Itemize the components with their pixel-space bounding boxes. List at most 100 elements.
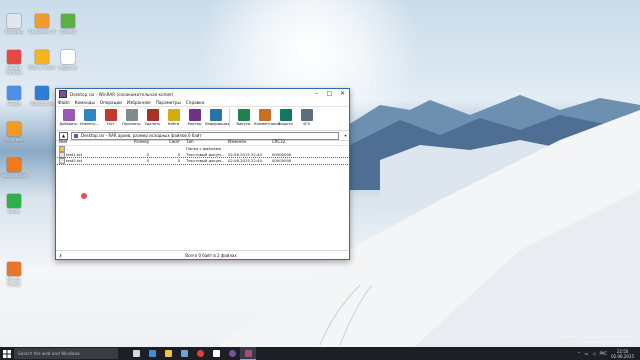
column-packed[interactable]: Сжат — [152, 138, 183, 145]
desktop-icon[interactable]: Mozilla Firefox — [0, 262, 28, 287]
window-titlebar[interactable]: Desktop.rar - WinRAR (ознакомительная ко… — [56, 89, 349, 99]
watermark-line-2: Evaluation copy. Build 10240 — [582, 339, 632, 344]
desktop-icon-image — [7, 50, 21, 64]
column-modified[interactable]: Изменён — [226, 138, 270, 145]
test-icon — [104, 109, 117, 121]
toolbar-button-sfx[interactable]: SFX — [296, 108, 317, 126]
desktop-icon-image — [7, 194, 21, 208]
desktop-icon-image — [7, 14, 21, 28]
desktop-icon[interactable]: Mail.ru Агент — [28, 50, 56, 70]
system-tray: ⌃ ▭ ◁ РУС 22:50 02.06.2015 — [577, 349, 640, 359]
desktop-icon[interactable]: Корзина — [0, 14, 28, 34]
view-icon — [125, 109, 138, 121]
taskbar-app-chrome[interactable] — [192, 347, 208, 360]
column-size[interactable]: Размер — [109, 138, 152, 145]
windows-logo-icon — [3, 349, 11, 358]
start-button[interactable] — [0, 347, 14, 360]
table-row[interactable]: test2.txt 0 0 Текстовый докум... 02.06.2015 … — [55, 157, 350, 165]
cell-name-text: .. — [66, 146, 69, 151]
cell-type: Текстовый докум... — [186, 158, 225, 163]
archive-icon — [74, 133, 78, 138]
task-view-icon — [132, 350, 140, 357]
column-crc[interactable]: CRC32 — [270, 138, 312, 145]
column-name[interactable]: Имя — [56, 138, 109, 145]
desktop-icon-label: Hearthstone — [1, 173, 27, 178]
cell-name: test2.txt — [56, 158, 109, 164]
toolbar-button-protect[interactable]: Защита — [275, 108, 296, 126]
desktop-icon-image — [7, 86, 21, 100]
window-title: Desktop.rar - WinRAR (ознакомительная ко… — [70, 91, 174, 97]
desktop-icon[interactable]: Google Chrome — [0, 50, 28, 75]
column-type[interactable]: Тип — [183, 138, 226, 145]
desktop-icon[interactable]: uTorrent — [54, 14, 82, 34]
cell-name-text: test2.txt — [66, 158, 83, 163]
taskbar-app-media[interactable] — [208, 347, 224, 360]
toolbar-button-label: Мастер — [187, 122, 202, 126]
maximize-button[interactable]: □ — [323, 89, 336, 99]
virus-icon — [237, 109, 250, 121]
desktop-icon[interactable]: vegas.rar — [54, 50, 82, 70]
desktop-icon-label: uTorrent — [59, 29, 77, 34]
status-text: Всего 0 байт в 2 файлах — [185, 252, 237, 258]
toolbar-button-view[interactable]: Просмотр — [121, 108, 142, 126]
toolbar-button-label: Добавить — [59, 122, 78, 126]
status-bar: ⚷ Всего 0 байт в 2 файлах — [56, 250, 349, 259]
toolbar-button-info[interactable]: Информация — [205, 108, 230, 126]
taskbar-app-task-view[interactable] — [128, 347, 144, 360]
comment-icon — [258, 109, 271, 121]
toolbar-separator — [229, 109, 230, 127]
desktop-icon-image — [35, 86, 49, 100]
menu-help[interactable]: Справка — [186, 100, 204, 105]
cell-modified: 02.06.2015 22:44 — [228, 158, 262, 163]
winrar-app-icon — [59, 90, 67, 98]
network-icon[interactable]: ▭ — [585, 351, 589, 356]
desktop-icon[interactable]: Google — [0, 86, 28, 106]
toolbar-button-label: Информация — [205, 122, 230, 126]
desktop-icon[interactable]: Проводник — [28, 86, 56, 106]
media-icon — [212, 350, 220, 357]
taskbar-app-viber[interactable] — [224, 347, 240, 360]
find-icon — [167, 109, 180, 121]
toolbar-button-virus[interactable]: Вирусы — [233, 108, 254, 126]
taskbar-app-edge[interactable] — [144, 347, 160, 360]
taskbar-search-box[interactable]: Search the web and Windows — [14, 348, 118, 359]
desktop-icon-image — [7, 158, 21, 172]
desktop-icon[interactable]: mon exe — [0, 122, 28, 142]
desktop-icon[interactable]: Безымянн. б — [28, 14, 56, 34]
menu-favorites[interactable]: Избранное — [127, 100, 151, 105]
toolbar-button-extract[interactable]: Извлечь... — [79, 108, 100, 126]
column-header: Имя Размер Сжат Тип Изменён CRC32 — [56, 138, 349, 146]
key-icon: ⚷ — [59, 252, 62, 258]
menu-options[interactable]: Параметры — [156, 100, 181, 105]
menu-operations[interactable]: Операции — [100, 100, 122, 105]
taskbar-app-winrar[interactable] — [240, 347, 256, 360]
desktop-icon-image — [7, 262, 21, 276]
desktop-icon[interactable]: Hearthstone — [0, 158, 28, 178]
minimize-button[interactable]: – — [310, 89, 323, 99]
desktop-icon-label: Корзина — [5, 29, 23, 34]
toolbar-button-test[interactable]: Тест — [100, 108, 121, 126]
tray-expand-icon[interactable]: ⌃ — [577, 351, 580, 356]
toolbar-button-label: Комментарий — [254, 122, 280, 126]
desktop-icon-label: Mozilla Firefox — [7, 277, 21, 287]
desktop-icon-image — [61, 14, 75, 28]
close-button[interactable]: ✕ — [336, 89, 349, 99]
menu-file[interactable]: Файл — [58, 100, 70, 105]
taskbar-app-store[interactable] — [176, 347, 192, 360]
taskbar-app-explorer[interactable] — [160, 347, 176, 360]
toolbar-button-wizard[interactable]: Мастер — [184, 108, 205, 126]
desktop-icon[interactable]: Punto — [0, 194, 28, 214]
language-indicator[interactable]: РУС — [599, 351, 607, 356]
file-list: Имя Размер Сжат Тип Изменён CRC32 .. Папк… — [55, 138, 350, 251]
chrome-icon — [196, 350, 204, 357]
store-icon — [180, 350, 188, 357]
toolbar-button-delete[interactable]: Удалить — [142, 108, 163, 126]
clock[interactable]: 22:50 02.06.2015 — [611, 349, 634, 359]
volume-icon[interactable]: ◁ — [592, 351, 595, 356]
menu-commands[interactable]: Команды — [75, 100, 95, 105]
toolbar-button-add[interactable]: Добавить — [58, 108, 79, 126]
toolbar-button-comment[interactable]: Комментарий — [254, 108, 280, 126]
toolbar-button-find[interactable]: Найти — [163, 108, 184, 126]
desktop-icon-image — [7, 122, 21, 136]
desktop-icon-image — [35, 14, 49, 28]
